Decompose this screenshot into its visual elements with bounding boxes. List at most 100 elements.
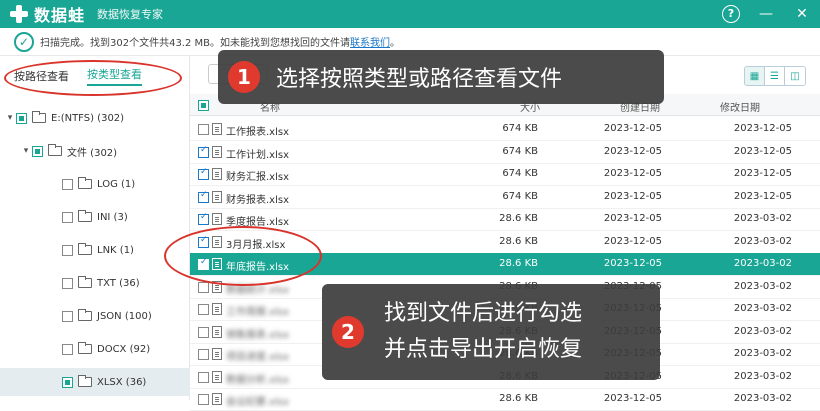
file-created: 2023-12-05 bbox=[603, 145, 662, 157]
tree-item[interactable]: TXT (36) bbox=[0, 269, 190, 297]
file-modified: 2023-12-05 bbox=[733, 145, 792, 157]
step-1-badge: 1 bbox=[228, 61, 260, 93]
xlsx-file-icon bbox=[212, 123, 222, 135]
tree-item-label: DOCX (92) bbox=[97, 343, 151, 355]
xlsx-file-icon bbox=[212, 280, 222, 293]
close-button[interactable]: ✕ bbox=[792, 4, 812, 24]
file-name: 年底报告.xlsx bbox=[226, 262, 290, 273]
file-size: 674 KB bbox=[502, 168, 538, 179]
callout-step-1: 1 选择按照类型或路径查看文件 bbox=[218, 50, 664, 104]
window-controls: ? — ✕ bbox=[722, 4, 812, 24]
tree-item-checkbox[interactable] bbox=[32, 145, 43, 157]
callout-step-2: 2 找到文件后进行勾选 并点击导出开启恢复 bbox=[322, 284, 660, 380]
tree-item-checkbox[interactable] bbox=[62, 277, 73, 289]
file-created: 2023-12-05 bbox=[603, 168, 662, 179]
table-row[interactable]: 财务报表.xlsx 674 KB 2023-12-05 2023-12-05 bbox=[190, 186, 820, 209]
file-name: 项目进度.xlsx bbox=[226, 352, 290, 363]
tree-item[interactable]: ▾ E:(NTFS) (302) bbox=[0, 104, 190, 132]
row-checkbox[interactable] bbox=[198, 257, 209, 270]
folder-icon bbox=[48, 144, 62, 156]
app-subtitle: 数据恢复专家 bbox=[97, 8, 164, 21]
callout-2-line-2: 并点击导出开启恢复 bbox=[384, 337, 583, 362]
file-size: 28.6 KB bbox=[499, 235, 538, 247]
contact-us-link[interactable]: 联系我们 bbox=[350, 34, 390, 49]
header-modified[interactable]: 修改日期 bbox=[720, 99, 760, 114]
file-size: 28.6 KB bbox=[499, 258, 538, 269]
tab-view-by-type[interactable]: 按类型查看 bbox=[87, 66, 142, 86]
chevron-down-icon[interactable]: ▾ bbox=[4, 113, 16, 123]
folder-icon bbox=[78, 177, 92, 189]
file-name: 3月月报.xlsx bbox=[226, 239, 286, 251]
tree-item-checkbox[interactable] bbox=[62, 211, 73, 223]
file-name: 数据统计.xlsx bbox=[226, 284, 290, 296]
detail-view-icon[interactable]: ◫ bbox=[785, 67, 805, 85]
file-modified: 2023-03-02 bbox=[733, 303, 792, 314]
file-modified: 2023-03-02 bbox=[733, 325, 792, 337]
xlsx-file-icon bbox=[212, 235, 222, 248]
tree-item[interactable]: XLSX (36) bbox=[0, 368, 190, 396]
list-view-icon[interactable]: ☰ bbox=[765, 67, 785, 85]
file-created: 2023-12-05 bbox=[603, 123, 662, 134]
file-name: 财务汇报.xlsx bbox=[226, 172, 290, 183]
folder-icon bbox=[78, 309, 92, 321]
select-all-checkbox[interactable] bbox=[198, 100, 209, 111]
row-checkbox[interactable] bbox=[198, 371, 209, 383]
table-row[interactable]: 季度报告.xlsx 28.6 KB 2023-12-05 2023-03-02 bbox=[190, 208, 820, 231]
tree-item[interactable]: LNK (1) bbox=[0, 236, 190, 264]
table-row[interactable]: 工作计划.xlsx 674 KB 2023-12-05 2023-12-05 bbox=[190, 141, 820, 164]
row-checkbox[interactable] bbox=[198, 145, 209, 158]
xlsx-file-icon bbox=[212, 303, 222, 315]
file-created: 2023-12-05 bbox=[603, 393, 662, 404]
tree-item-checkbox[interactable] bbox=[62, 244, 73, 256]
table-row[interactable]: 工作报表.xlsx 674 KB 2023-12-05 2023-12-05 bbox=[190, 118, 820, 141]
file-modified: 2023-03-02 bbox=[733, 280, 792, 292]
help-icon[interactable]: ? bbox=[722, 5, 740, 23]
grid-view-icon[interactable]: ▦ bbox=[745, 67, 765, 85]
file-created: 2023-12-05 bbox=[603, 235, 662, 247]
row-checkbox[interactable] bbox=[198, 235, 209, 248]
row-checkbox[interactable] bbox=[198, 212, 209, 225]
file-created: 2023-12-05 bbox=[603, 190, 662, 202]
callout-2-line-1: 找到文件后进行勾选 bbox=[384, 301, 583, 326]
check-circle-icon: ✓ bbox=[14, 31, 34, 52]
tree-item-label: E:(NTFS) (302) bbox=[51, 112, 125, 124]
tree-item-checkbox[interactable] bbox=[62, 376, 73, 388]
tree-item-checkbox[interactable] bbox=[16, 112, 27, 124]
row-checkbox[interactable] bbox=[198, 190, 209, 203]
minimize-button[interactable]: — bbox=[756, 4, 776, 24]
tree-item[interactable]: INI (3) bbox=[0, 203, 190, 231]
file-size: 674 KB bbox=[502, 145, 538, 157]
file-modified: 2023-03-02 bbox=[733, 235, 792, 247]
xlsx-file-icon bbox=[212, 190, 222, 203]
row-checkbox[interactable] bbox=[198, 349, 209, 360]
file-name: 工作计划.xlsx bbox=[226, 149, 290, 161]
table-row[interactable]: 年底报告.xlsx 28.6 KB 2023-12-05 2023-03-02 bbox=[190, 253, 820, 276]
table-row[interactable]: 财务汇报.xlsx 674 KB 2023-12-05 2023-12-05 bbox=[190, 163, 820, 186]
xlsx-file-icon bbox=[212, 213, 222, 225]
xlsx-file-icon bbox=[212, 370, 222, 383]
xlsx-file-icon bbox=[212, 145, 222, 158]
table-row[interactable]: 3月月报.xlsx 28.6 KB 2023-12-05 2023-03-02 bbox=[190, 231, 820, 254]
tree-item[interactable]: ▾ 文件 (302) bbox=[0, 137, 190, 165]
left-panel: 按路径查看 按类型查看 ▾ E:(NTFS) (302) ▾ 文件 (302) LOG … bbox=[0, 56, 190, 400]
tree-item-checkbox[interactable] bbox=[62, 343, 73, 355]
chevron-down-icon[interactable]: ▾ bbox=[20, 146, 32, 156]
row-checkbox[interactable] bbox=[198, 326, 209, 338]
tree-item-checkbox[interactable] bbox=[62, 178, 73, 190]
tree-item[interactable]: LOG (1) bbox=[0, 170, 190, 198]
row-checkbox[interactable] bbox=[198, 124, 209, 135]
row-checkbox[interactable] bbox=[198, 281, 209, 293]
file-size: 674 KB bbox=[502, 123, 538, 134]
tree-item[interactable]: DOCX (92) bbox=[0, 335, 190, 363]
tab-view-by-path[interactable]: 按路径查看 bbox=[14, 68, 69, 84]
row-checkbox[interactable] bbox=[198, 304, 209, 315]
xlsx-file-icon bbox=[212, 325, 222, 338]
file-size: 674 KB bbox=[502, 190, 538, 202]
callout-1-text: 选择按照类型或路径查看文件 bbox=[276, 67, 563, 92]
step-2-badge: 2 bbox=[332, 316, 364, 348]
plus-logo-icon bbox=[8, 3, 30, 25]
file-size: 28.6 KB bbox=[499, 393, 538, 404]
row-checkbox[interactable] bbox=[198, 167, 209, 180]
tree-item[interactable]: JSON (100) bbox=[0, 302, 190, 330]
tree-item-checkbox[interactable] bbox=[62, 310, 73, 322]
